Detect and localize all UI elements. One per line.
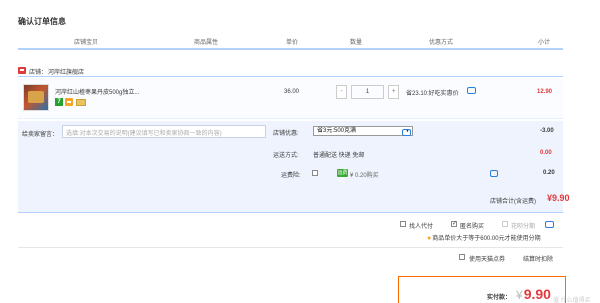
shop-label: 店铺： xyxy=(29,70,48,76)
header-col-item: 店铺宝贝 xyxy=(74,40,99,46)
settle-time-note: 结算时扣除 xyxy=(523,257,554,263)
discount-info-icon[interactable] xyxy=(402,129,411,136)
shipping-amount: 0.00 xyxy=(540,150,552,156)
insurance-amount: 0.20 xyxy=(543,170,555,176)
proxy-pay-checkbox[interactable] xyxy=(400,221,406,227)
quantity-input[interactable]: 1 xyxy=(351,85,384,99)
proxy-pay-label: 找人代付 xyxy=(409,224,434,230)
shop-discount-label: 店铺优惠: xyxy=(273,131,299,137)
payment-label: 实付款： xyxy=(487,295,512,301)
options-divider xyxy=(18,247,563,248)
order-extra-options: 找人代付 匿名购买 花呗分期 xyxy=(390,219,565,231)
anonymous-label: 匿名购买 xyxy=(460,224,485,230)
huabei-checkbox[interactable] xyxy=(502,221,508,227)
promo-info-icon[interactable] xyxy=(467,87,476,94)
anonymous-checkbox[interactable] xyxy=(451,220,457,227)
shipping-method: 普通配送 快递 免邮 xyxy=(313,153,365,159)
promo-text: 省23.10:好吃实惠价 xyxy=(406,91,459,97)
shop-total-label: 店铺合计(含运费) xyxy=(490,199,536,205)
order-options-panel: 给卖家留言： 选填:对本次交易的说明(建议填写已和卖家协商一致的内容) 店铺优惠… xyxy=(18,121,570,212)
installment-note-text: 商品单价大于等于600.00元才能使用分期 xyxy=(432,236,541,242)
table-header: 店铺宝贝 商品属性 单价 数量 优惠方式 小计 xyxy=(18,35,563,47)
payment-guarantee-icon xyxy=(65,98,73,106)
installment-note: ●商品单价大于等于600.00元才能使用分期 xyxy=(427,233,541,242)
shop-divider xyxy=(18,76,563,77)
unit-price: 36.00 xyxy=(284,89,300,95)
lightbulb-icon: ● xyxy=(427,235,432,242)
huabei-info-icon[interactable] xyxy=(545,221,554,228)
page-title: 确认订单信息 xyxy=(18,17,66,26)
header-col-attr: 商品属性 xyxy=(194,40,219,46)
quantity-stepper: - 1 + xyxy=(336,85,401,99)
tmall-points-row: 使用天猫点券 结算时扣除 xyxy=(456,253,566,263)
shipping-label: 运送方式: xyxy=(273,153,299,159)
insurance-help-icon[interactable] xyxy=(490,170,498,177)
shop-discount-amount: -3.00 xyxy=(540,128,554,134)
insurance-tag: 运费险 xyxy=(337,169,348,184)
header-col-price: 单价 xyxy=(286,40,299,46)
message-label: 给卖家留言： xyxy=(22,132,59,138)
quantity-plus-button[interactable]: + xyxy=(388,85,399,99)
header-col-qty: 数量 xyxy=(350,40,363,46)
product-title-link[interactable]: 河岸红山楂枣果丹皮500g独立... xyxy=(55,87,139,96)
tmall-points-label: 使用天猫点券 xyxy=(469,257,506,263)
header-col-promo: 优惠方式 xyxy=(429,40,454,46)
item-subtotal: 12.90 xyxy=(537,89,553,95)
seller-message-input[interactable]: 选填:对本次交易的说明(建议填写已和卖家协商一致的内容) xyxy=(62,125,266,138)
shop-icon xyxy=(18,67,26,74)
shop-discount-select[interactable]: 省3元:500克满 ▼ xyxy=(313,126,413,136)
seven-day-return-icon: 7 xyxy=(55,98,63,106)
shop-name-link[interactable]: 河岸红旗舰店 xyxy=(48,67,84,76)
product-thumbnail[interactable] xyxy=(23,84,49,111)
payment-amount-value: 9.90 xyxy=(523,286,551,302)
credit-card-icon xyxy=(76,99,86,106)
shop-discount-selected: 省3元:500克满 xyxy=(317,128,357,134)
currency-symbol: ¥ xyxy=(516,288,523,302)
site-watermark: 值 什么值得买 xyxy=(553,298,591,303)
payment-summary-box: 实付款： ¥9.90 xyxy=(398,276,566,303)
insurance-checkbox[interactable] xyxy=(312,170,318,176)
quantity-minus-button[interactable]: - xyxy=(336,85,347,99)
insurance-price: ¥ 0.20购买 xyxy=(350,173,379,179)
payment-amount: ¥9.90 xyxy=(516,286,551,302)
huabei-label: 花呗分期 xyxy=(511,224,536,230)
panel-divider xyxy=(18,212,563,213)
order-item-row: 河岸红山楂枣果丹皮500g独立... 7 36.00 - 1 + 省23.10:… xyxy=(18,79,563,119)
insurance-label: 运费险: xyxy=(281,173,301,179)
header-divider xyxy=(18,48,563,50)
header-col-subtotal: 小计 xyxy=(538,40,551,46)
shop-total-value: ¥9.90 xyxy=(547,193,570,203)
tmall-points-checkbox[interactable] xyxy=(459,254,465,260)
